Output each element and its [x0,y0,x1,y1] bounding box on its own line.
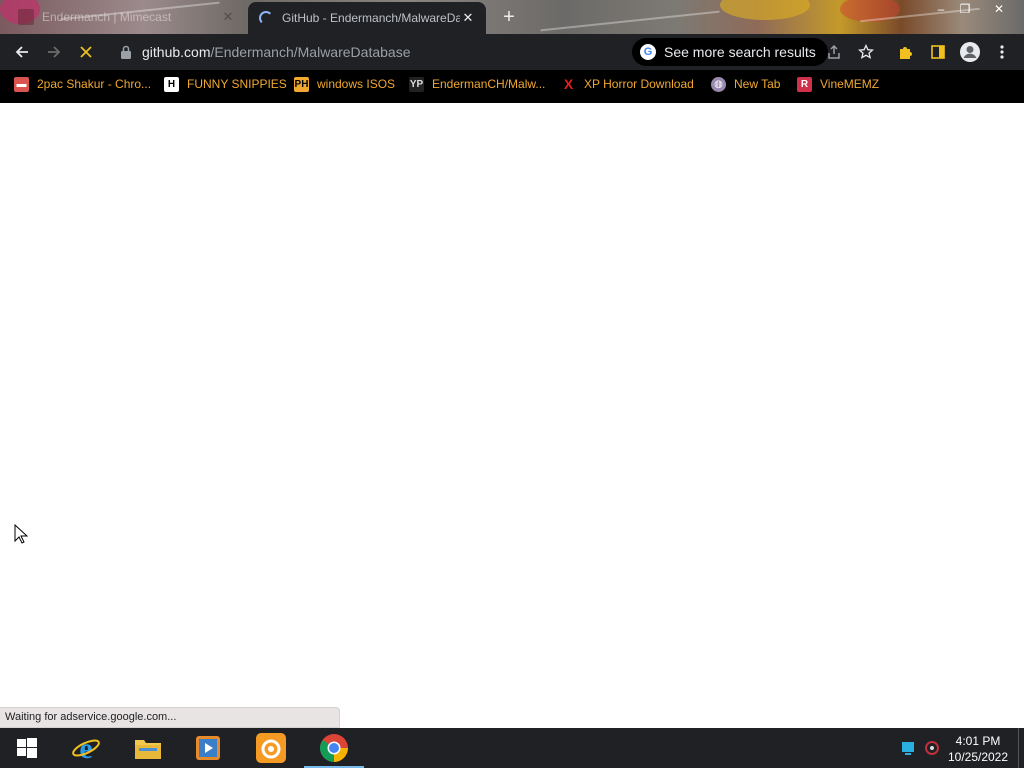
folder-icon [135,740,161,759]
url-host: github.com [142,44,211,60]
start-button[interactable] [0,728,54,768]
url-path: /Endermanch/MalwareDatabase [210,44,411,60]
bookmark-new-tab[interactable]: ◍ New Tab [711,75,780,93]
yp-logo-icon: YP [409,76,424,92]
close-window-button[interactable]: ✕ [984,0,1014,18]
wallpaper-paint [720,0,810,20]
bookmark-label: EndermanCH/Malw... [432,77,546,91]
star-icon [858,44,874,59]
kebab-menu-icon [1000,45,1004,59]
shield-tray-icon[interactable] [924,740,940,756]
url-text[interactable]: github.com/Endermanch/MalwareDatabase [142,44,410,60]
browser-toolbar: github.com/Endermanch/MalwareDatabase G … [0,34,1024,70]
stop-loading-button[interactable] [74,40,98,64]
share-icon [828,44,840,59]
system-clock[interactable]: 4:01 PM 10/25/2022 [940,733,1016,765]
mouse-pointer-icon [14,524,28,544]
side-panel-button[interactable] [926,40,950,64]
search-chip-button[interactable]: G See more search results [632,38,828,66]
search-chip-label: See more search results [664,44,816,60]
profile-button[interactable] [958,40,982,64]
extensions-button[interactable] [894,40,918,64]
bookmark-label: New Tab [734,77,781,91]
media-player-icon [196,736,220,760]
clock-time: 4:01 PM [955,734,1001,748]
windows-logo-icon [17,738,37,758]
bookmarks-bar: ▬ 2pac Shakur - Chro... H FUNNY SNIPPIES… [0,70,1024,98]
puzzle-icon [900,47,912,59]
address-bar[interactable]: github.com/Endermanch/MalwareDatabase G … [108,38,854,66]
bookmark-endermanch[interactable]: YP EndermanCH/Malw... [409,75,545,93]
bookmark-2pac[interactable]: ▬ 2pac Shakur - Chro... [14,75,151,93]
bookmark-vinememz[interactable]: R VineMEMZ [797,75,879,93]
back-arrow-icon [15,46,28,58]
side-panel-icon [931,45,945,59]
bookmark-label: XP Horror Download [584,77,694,91]
forward-button[interactable] [42,40,66,64]
internet-explorer-icon: e [72,733,100,763]
page-content[interactable] [0,103,1024,728]
tab-mimecast[interactable]: Endermanch | Mimecast ✕ [8,2,246,32]
back-button[interactable] [10,40,34,64]
mimecast-favicon-icon [18,9,34,25]
bookmark-label: FUNNY SNIPPIES [187,77,287,91]
taskbar: e 4:01 PM 10/25/2022 [0,728,1024,768]
status-bubble: Waiting for adservice.google.com... [0,707,340,728]
ph-logo-icon: PH [294,76,309,92]
close-tab-icon[interactable]: ✕ [460,10,476,26]
new-tab-button[interactable]: + [498,7,520,27]
google-icon: G [640,44,656,60]
r-logo-icon: R [797,76,812,92]
tab-title: GitHub - Endermanch/MalwareDatabase [282,11,460,25]
menu-button[interactable] [990,40,1014,64]
share-button[interactable] [822,40,846,64]
stop-icon [80,46,92,58]
taskbar-internet-explorer[interactable]: e [56,728,116,768]
tab-title: Endermanch | Mimecast [42,10,172,24]
clock-date: 10/25/2022 [947,750,1009,764]
show-desktop-button[interactable] [1018,728,1024,768]
x-logo-icon: X [563,76,574,92]
uc-browser-icon [256,733,286,763]
wallpaper-streak [540,10,720,32]
bookmark-label: 2pac Shakur - Chro... [37,77,152,91]
bookmark-funny-snippies[interactable]: H FUNNY SNIPPIES [164,75,287,93]
close-tab-icon[interactable]: ✕ [220,9,236,25]
chrome-icon [320,734,348,762]
avatar-icon [960,42,980,62]
tab-github[interactable]: GitHub - Endermanch/MalwareDatabase ✕ [248,2,486,34]
tab-strip: Endermanch | Mimecast ✕ GitHub - Enderma… [0,0,1024,34]
bookmark-label: VineMEMZ [820,77,880,91]
bookmark-star-button[interactable] [854,40,878,64]
restore-button[interactable]: ❐ [950,0,980,18]
h-logo-icon: H [164,76,179,92]
bag-icon: ▬ [14,76,29,92]
svg-text:e: e [79,733,92,763]
lock-icon[interactable] [120,45,132,59]
bookmark-xp-horror[interactable]: X XP Horror Download [561,75,694,93]
bookmark-label: windows ISOS [317,77,396,91]
taskbar-media-player[interactable] [178,728,238,768]
taskbar-uc-browser[interactable] [241,728,301,768]
bookmark-windows-isos[interactable]: PH windows ISOS [294,75,395,93]
taskbar-chrome[interactable] [304,728,364,768]
globe-icon: ◍ [711,76,726,92]
forward-arrow-icon [48,46,61,58]
loading-spinner-icon [258,10,274,26]
network-tray-icon[interactable] [900,740,916,756]
taskbar-file-explorer[interactable] [118,728,178,768]
